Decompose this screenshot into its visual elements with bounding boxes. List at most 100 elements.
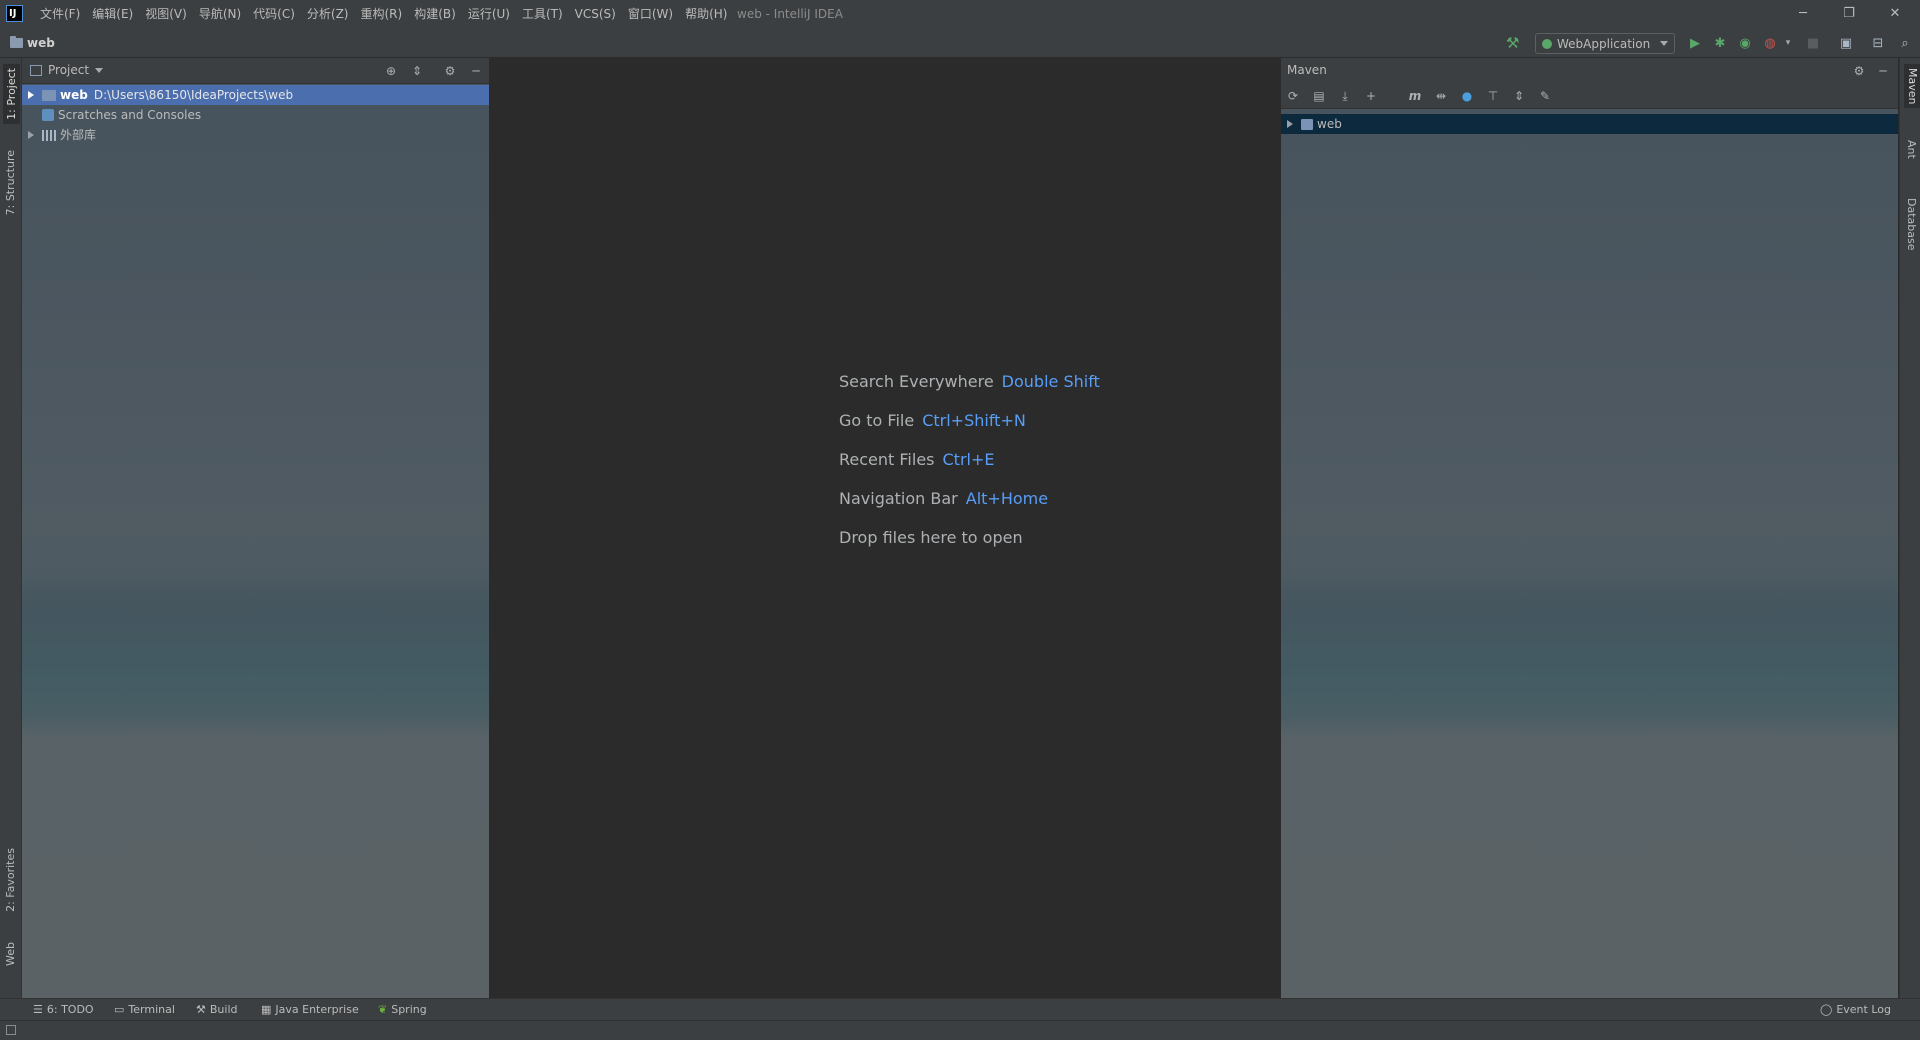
scratches-icon — [42, 109, 54, 121]
hide-panel-icon[interactable]: ─ — [468, 63, 484, 79]
profile-icon[interactable]: ◍ — [1760, 33, 1780, 54]
tab-spring[interactable]: ❦ Spring — [378, 999, 427, 1021]
hint-shortcut: Ctrl+E — [942, 450, 995, 469]
menu-analyze[interactable]: 分析(Z) — [301, 0, 355, 28]
tree-item-name: 外部库 — [60, 128, 97, 142]
list-icon: ☰ — [33, 1003, 43, 1016]
layout-icon[interactable]: ⊟ — [1868, 33, 1888, 54]
bottom-tool-stripe: ☰ 6: TODO ▭ Terminal ⚒ Build ▦ Java Ente… — [0, 998, 1920, 1021]
tab-project-label: 1: Project — [5, 68, 18, 120]
menu-refactor[interactable]: 重构(R) — [355, 0, 409, 28]
menu-edit[interactable]: 编辑(E) — [86, 0, 139, 28]
hint-drop-files: Drop files here to open — [839, 528, 1023, 547]
debug-icon[interactable]: ✱ — [1710, 33, 1730, 54]
maven-tool-window: Maven ⚙ ─ ⟳ ▤ ⤓ + m ⇹ ● ⊤ ⇕ ✎ web — [1281, 58, 1898, 998]
menu-vcs[interactable]: VCS(S) — [569, 0, 622, 28]
menu-view[interactable]: 视图(V) — [139, 0, 193, 28]
restore-button[interactable]: ❐ — [1826, 0, 1872, 28]
coverage-icon[interactable]: ◉ — [1735, 33, 1755, 54]
tree-item-path: D:\Users\86150\IdeaProjects\web — [93, 88, 294, 102]
hide-panel-icon[interactable]: ─ — [1875, 63, 1891, 79]
project-title-label: Project — [48, 63, 90, 77]
skip-tests-icon[interactable]: ● — [1458, 87, 1476, 105]
tab-java-enterprise[interactable]: ▦ Java Enterprise — [261, 999, 359, 1021]
tab-structure[interactable]: 7: Structure — [4, 150, 17, 215]
build-hammer-icon[interactable]: ⚒ — [1506, 34, 1519, 52]
run-configuration-select[interactable]: WebApplication — [1535, 33, 1675, 54]
tab-favorites-label: 2: Favorites — [4, 848, 17, 912]
hint-navigation-bar: Navigation Bar Alt+Home — [839, 489, 1048, 508]
java-enterprise-icon: ▦ — [261, 1003, 272, 1016]
menu-build[interactable]: 构建(B) — [408, 0, 462, 28]
tree-item-web-module[interactable]: web D:\Users\86150\IdeaProjects\web — [22, 85, 489, 105]
expand-arrow-icon[interactable] — [28, 131, 34, 139]
gear-icon[interactable]: ⚙ — [442, 63, 458, 79]
tab-event-log-label: Event Log — [1836, 1003, 1891, 1016]
tab-database-label: Database — [1905, 198, 1918, 251]
spring-leaf-icon: ❦ — [378, 1003, 388, 1016]
profile-dropdown-icon[interactable]: ▾ — [1778, 33, 1798, 54]
editor-empty-area[interactable]: Search Everywhere Double Shift Go to File… — [490, 58, 1280, 998]
gear-icon[interactable]: ⚙ — [1851, 63, 1867, 79]
tab-favorites[interactable]: 2: Favorites — [4, 848, 17, 912]
tab-ant-label: Ant — [1905, 140, 1918, 159]
maven-tree-root-label: web — [1317, 117, 1342, 131]
tab-build[interactable]: ⚒ Build — [196, 999, 238, 1021]
tab-project[interactable]: 1: Project — [3, 64, 20, 124]
search-icon[interactable]: ⌕ — [1895, 33, 1915, 54]
menu-window[interactable]: 窗口(W) — [622, 0, 679, 28]
expand-arrow-icon[interactable] — [28, 91, 34, 99]
library-icon — [42, 129, 56, 141]
add-icon[interactable]: + — [1362, 87, 1380, 105]
tab-build-label: Build — [209, 1003, 238, 1016]
left-tool-stripe: 1: Project 7: Structure 2: Favorites Web — [0, 58, 22, 998]
minimize-button[interactable]: ─ — [1780, 0, 1826, 28]
collapse-all-icon[interactable]: ⇕ — [1510, 87, 1528, 105]
tab-ant[interactable]: Ant — [1905, 140, 1918, 159]
menu-code[interactable]: 代码(C) — [247, 0, 301, 28]
tab-web[interactable]: Web — [4, 942, 17, 966]
hint-shortcut: Double Shift — [1001, 372, 1100, 391]
tree-item-name: web — [60, 88, 88, 102]
project-tool-window: Project ⊕ ⇕ ⚙ ─ web D:\Users\86150\IdeaP… — [22, 58, 489, 998]
download-icon[interactable]: ⤓ — [1336, 87, 1354, 105]
maven-goal-icon[interactable]: m — [1406, 87, 1424, 105]
project-view-selector[interactable]: Project — [48, 58, 104, 83]
tab-event-log[interactable]: ◯ Event Log — [1820, 999, 1891, 1021]
module-folder-icon — [42, 89, 56, 101]
tree-item-scratches[interactable]: Scratches and Consoles — [22, 105, 489, 125]
toggle-tool-windows-icon[interactable] — [6, 1025, 16, 1035]
tree-item-external-libraries[interactable]: 外部库 — [22, 125, 489, 145]
menu-navigate[interactable]: 导航(N) — [193, 0, 247, 28]
hint-label: Go to File — [839, 411, 915, 430]
breadcrumb[interactable]: web — [10, 34, 55, 52]
menu-help[interactable]: 帮助(H) — [679, 0, 733, 28]
project-view-icon — [30, 65, 42, 76]
tab-terminal[interactable]: ▭ Terminal — [114, 999, 175, 1021]
reimport-icon[interactable]: ⟳ — [1284, 87, 1302, 105]
toggle-offline-icon[interactable]: ⇹ — [1432, 87, 1450, 105]
event-log-icon: ◯ — [1820, 1003, 1833, 1016]
menu-run[interactable]: 运行(U) — [462, 0, 516, 28]
menu-tools[interactable]: 工具(T) — [516, 0, 569, 28]
wrench-icon[interactable]: ✎ — [1536, 87, 1554, 105]
locate-icon[interactable]: ⊕ — [383, 63, 399, 79]
run-icon[interactable]: ▶ — [1685, 33, 1705, 54]
tab-database[interactable]: Database — [1905, 198, 1918, 251]
expand-arrow-icon[interactable] — [1287, 120, 1293, 128]
menu-file[interactable]: 文件(F) — [34, 0, 86, 28]
intellij-logo-icon: IJ — [6, 5, 23, 22]
show-dependencies-icon[interactable]: ⊤ — [1484, 87, 1502, 105]
hint-label: Search Everywhere — [839, 372, 994, 391]
tab-todo[interactable]: ☰ 6: TODO — [33, 999, 94, 1021]
maven-tree-root[interactable]: web — [1281, 114, 1898, 134]
run-configuration-label: WebApplication — [1557, 36, 1651, 51]
close-button[interactable]: ✕ — [1872, 0, 1918, 28]
collapse-all-icon[interactable]: ⇕ — [409, 63, 425, 79]
tab-java-enterprise-label: Java Enterprise — [275, 1003, 359, 1016]
generate-sources-icon[interactable]: ▤ — [1310, 87, 1328, 105]
tab-maven[interactable]: Maven — [1904, 64, 1920, 109]
stop-icon[interactable]: ■ — [1803, 33, 1823, 54]
project-structure-icon[interactable]: ▣ — [1836, 33, 1856, 54]
window-title: web - IntelliJ IDEA — [737, 7, 843, 21]
